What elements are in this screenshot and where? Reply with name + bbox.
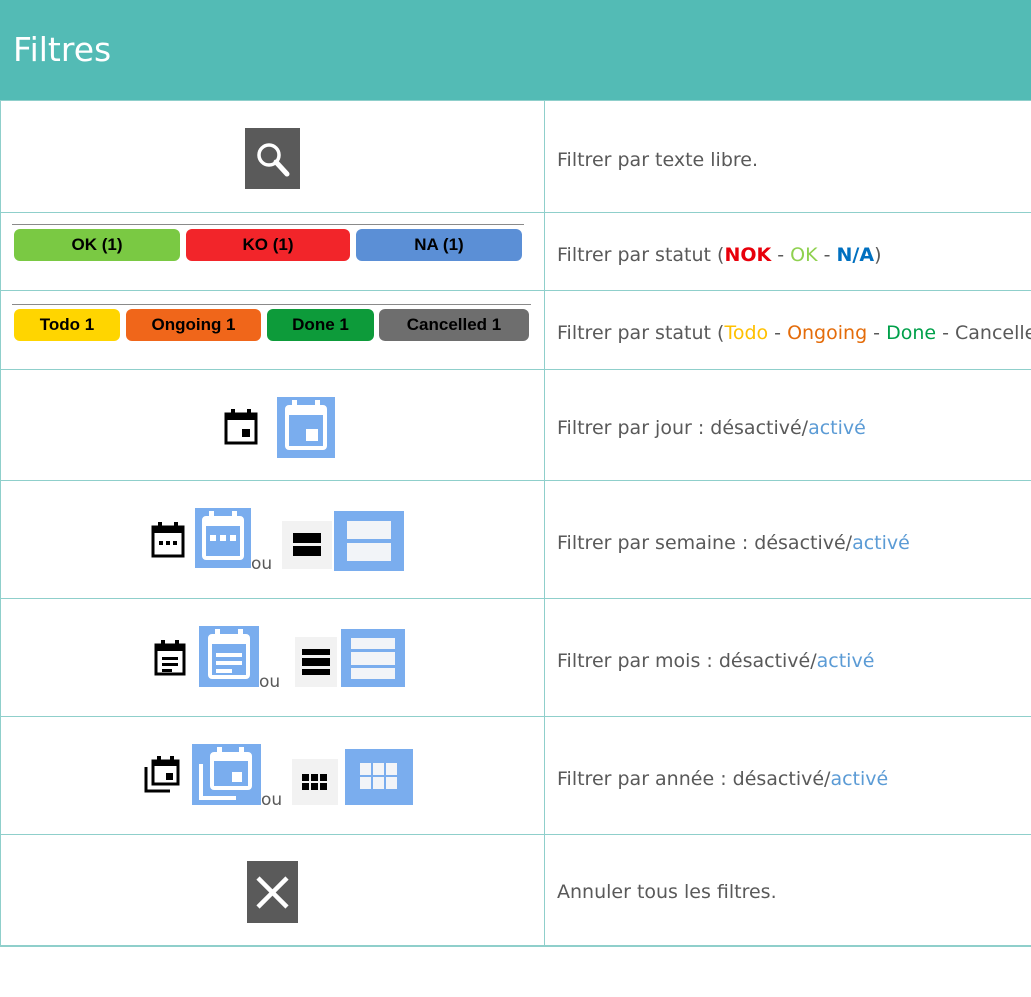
status-done-button[interactable]: Done 1 bbox=[267, 309, 374, 341]
calendar-stack-icon[interactable] bbox=[192, 744, 261, 805]
status-todo-button[interactable]: Todo 1 bbox=[14, 309, 120, 341]
rows-two-icon[interactable] bbox=[282, 521, 332, 569]
calendar-week-icon[interactable] bbox=[149, 521, 187, 559]
table-row: ou Filtrer par mois : désactivé/activé bbox=[0, 598, 1031, 717]
rows-three-icon[interactable] bbox=[295, 637, 337, 687]
row-description: Filtrer par texte libre. bbox=[557, 149, 759, 171]
column-divider bbox=[544, 100, 545, 946]
table-row: OK (1) KO (1) NA (1) Filtrer par statut … bbox=[0, 212, 1031, 291]
status-cancelled-button[interactable]: Cancelled 1 bbox=[379, 309, 529, 341]
row-description: Annuler tous les filtres. bbox=[557, 881, 777, 903]
close-icon[interactable] bbox=[247, 861, 298, 923]
status-ongoing-button[interactable]: Ongoing 1 bbox=[126, 309, 261, 341]
grid-icon[interactable] bbox=[292, 759, 338, 805]
table-row: Filtrer par jour : désactivé/activé bbox=[0, 369, 1031, 481]
table-row: Annuler tous les filtres. bbox=[0, 834, 1031, 947]
page-header: Filtres bbox=[0, 0, 1031, 100]
table-row: ou Filtrer par année : désactivé/activé bbox=[0, 716, 1031, 835]
divider bbox=[12, 224, 524, 225]
grid-icon[interactable] bbox=[345, 749, 413, 805]
divider bbox=[12, 304, 531, 305]
row-description: Filtrer par semaine : désactivé/activé bbox=[557, 532, 910, 554]
status-ok-button[interactable]: OK (1) bbox=[14, 229, 180, 261]
calendar-stack-icon[interactable] bbox=[142, 755, 182, 795]
calendar-week-icon[interactable] bbox=[195, 508, 251, 568]
row-description: Filtrer par année : désactivé/activé bbox=[557, 768, 889, 790]
calendar-day-icon[interactable] bbox=[277, 397, 335, 458]
search-icon[interactable] bbox=[245, 128, 300, 189]
calendar-month-icon[interactable] bbox=[199, 626, 259, 687]
row-description: Filtrer par statut (NOK - OK - N/A) bbox=[557, 244, 882, 266]
table-row: Filtrer par texte libre. bbox=[0, 100, 1031, 213]
calendar-day-icon[interactable] bbox=[222, 408, 260, 446]
or-label: ou bbox=[259, 672, 281, 692]
row-description: Filtrer par mois : désactivé/activé bbox=[557, 650, 875, 672]
status-ko-button[interactable]: KO (1) bbox=[186, 229, 350, 261]
or-label: ou bbox=[261, 790, 283, 810]
table-row: Todo 1 Ongoing 1 Done 1 Cancelled 1 Filt… bbox=[0, 290, 1031, 370]
table-row: ou Filtrer par semaine : désactivé/activ… bbox=[0, 480, 1031, 599]
calendar-month-icon[interactable] bbox=[152, 639, 188, 677]
row-description: Filtrer par jour : désactivé/activé bbox=[557, 417, 866, 439]
or-label: ou bbox=[251, 554, 273, 574]
rows-two-icon[interactable] bbox=[334, 511, 404, 571]
status-na-button[interactable]: NA (1) bbox=[356, 229, 522, 261]
row-description: Filtrer par statut (Todo - Ongoing - Don… bbox=[557, 322, 1031, 344]
page-title: Filtres bbox=[13, 30, 112, 69]
rows-three-icon[interactable] bbox=[341, 629, 405, 687]
